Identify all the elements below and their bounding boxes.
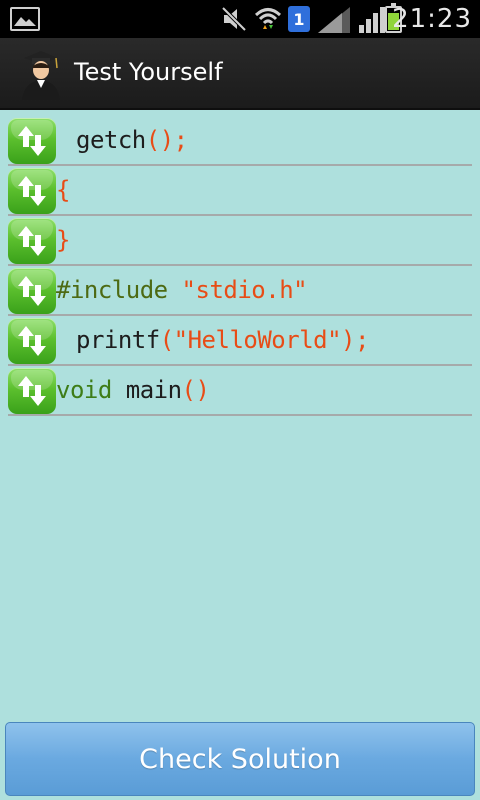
mute-icon xyxy=(221,6,247,32)
code-token: (); xyxy=(145,126,188,154)
code-token: getch xyxy=(76,126,146,154)
app-title: Test Yourself xyxy=(74,58,223,86)
drag-handle-icon[interactable] xyxy=(8,218,56,264)
drag-handle-icon[interactable] xyxy=(8,368,56,414)
signal-icon-2 xyxy=(359,7,385,33)
code-token: ("HelloWorld"); xyxy=(159,326,370,354)
code-line-row[interactable]: getch(); xyxy=(8,116,472,166)
code-token: { xyxy=(56,176,70,204)
code-line-text: printf("HelloWorld"); xyxy=(76,326,369,354)
code-token: () xyxy=(181,376,210,404)
clock: 21:23 xyxy=(392,4,472,34)
wifi-icon xyxy=(254,8,282,29)
sim-badge: 1 xyxy=(288,6,310,32)
code-token: #include xyxy=(56,276,182,304)
code-list: getch();{} #include "stdio.h" printf("Hell… xyxy=(8,116,472,416)
code-token: void xyxy=(56,376,126,404)
graduate-avatar-icon xyxy=(22,51,60,100)
code-line-row[interactable]: { xyxy=(8,166,472,216)
action-bar: Test Yourself xyxy=(0,38,480,110)
drag-handle-icon[interactable] xyxy=(8,318,56,364)
drag-handle-icon[interactable] xyxy=(8,268,56,314)
code-line-text: void main() xyxy=(56,376,210,404)
code-line-text: #include "stdio.h" xyxy=(56,276,308,304)
code-line-row[interactable]: #include "stdio.h" xyxy=(8,266,472,316)
signal-icon xyxy=(318,7,350,33)
drag-handle-icon[interactable] xyxy=(8,168,56,214)
code-token: printf xyxy=(76,326,160,354)
code-line-row[interactable]: printf("HelloWorld"); xyxy=(8,316,472,366)
code-line-row[interactable]: void main() xyxy=(8,366,472,416)
code-line-text: getch(); xyxy=(76,126,188,154)
code-line-row[interactable]: } xyxy=(8,216,472,266)
code-token: } xyxy=(56,226,70,254)
code-token: main xyxy=(125,376,182,404)
check-solution-button[interactable]: Check Solution xyxy=(5,722,475,796)
code-line-text: { xyxy=(56,176,70,204)
gallery-icon xyxy=(10,7,40,31)
code-token: "stdio.h" xyxy=(181,276,308,304)
code-line-text: } xyxy=(56,226,70,254)
drag-handle-icon[interactable] xyxy=(8,118,56,164)
status-bar: 1 21:23 xyxy=(0,0,480,38)
